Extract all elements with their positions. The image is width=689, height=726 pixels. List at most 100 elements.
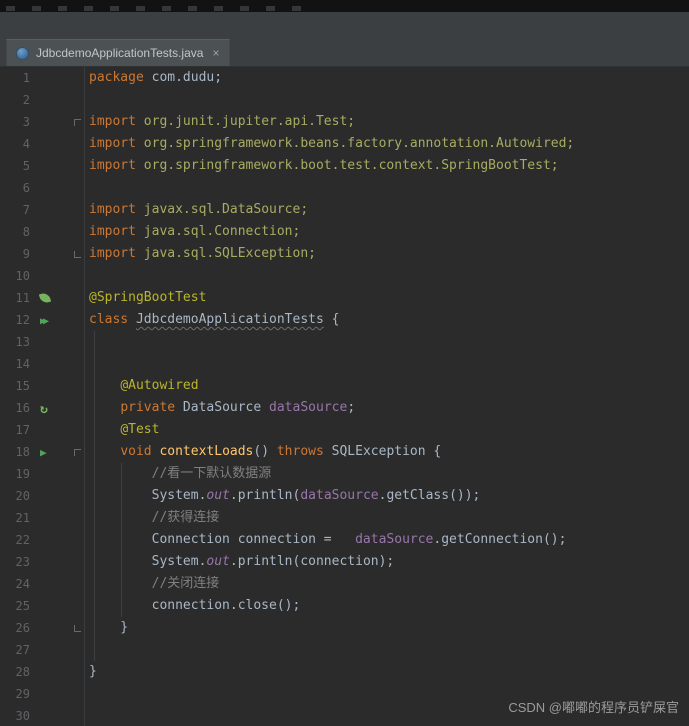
code-segment: import	[89, 136, 136, 151]
code-segment: java.sql.Connection;	[135, 224, 301, 239]
editor-line[interactable]: 10	[0, 265, 689, 287]
editor-line[interactable]: 22 Connection connection = dataSource.ge…	[0, 529, 689, 551]
editor-line[interactable]: 21 //获得连接	[0, 507, 689, 529]
editor-line[interactable]: 27	[0, 639, 689, 661]
editor-line[interactable]: 3 import org.junit.jupiter.api.Test;	[0, 111, 689, 133]
fold-marker-start[interactable]	[73, 448, 81, 456]
line-number: 18	[15, 445, 30, 459]
editor-line[interactable]: 28}	[0, 661, 689, 683]
code-text[interactable]: import org.springframework.beans.factory…	[85, 133, 574, 155]
code-text[interactable]: import org.junit.jupiter.api.Test;	[85, 111, 355, 133]
editor-line[interactable]: 23 System.out.println(connection);	[0, 551, 689, 573]
code-text[interactable]: }	[85, 661, 97, 683]
code-segment: class	[89, 312, 129, 327]
editor-line[interactable]: 19 //看一下默认数据源	[0, 463, 689, 485]
editor-line[interactable]: 26 }	[0, 617, 689, 639]
run-method-icon[interactable]	[40, 440, 47, 464]
code-text[interactable]: System.out.println(connection);	[85, 551, 395, 573]
editor-line[interactable]: 18 void contextLoads() throws SQLExcepti…	[0, 441, 689, 463]
editor-line[interactable]: 12 class JdbcdemoApplicationTests {	[0, 309, 689, 331]
line-number: 8	[22, 225, 30, 239]
tab-jdbcdemo-application-tests[interactable]: JdbcdemoApplicationTests.java ×	[6, 39, 231, 66]
code-segment: System.	[89, 488, 207, 503]
gutter: 29	[0, 683, 85, 705]
gutter: 12	[0, 309, 85, 331]
code-segment: out	[206, 488, 230, 503]
code-text[interactable]: //看一下默认数据源	[85, 463, 272, 485]
gutter: 8	[0, 221, 85, 243]
spring-bean-icon[interactable]	[40, 397, 48, 419]
run-class-icon[interactable]	[40, 308, 46, 333]
fold-marker-end[interactable]	[73, 250, 81, 258]
code-text[interactable]: import javax.sql.DataSource;	[85, 199, 308, 221]
editor-line[interactable]: 9 import java.sql.SQLException;	[0, 243, 689, 265]
editor-line[interactable]: 14	[0, 353, 689, 375]
fold-marker-end[interactable]	[73, 624, 81, 632]
code-text[interactable]: System.out.println(dataSource.getClass()…	[85, 485, 481, 507]
line-number: 20	[15, 489, 30, 503]
code-text[interactable]: @Test	[85, 419, 159, 441]
line-number: 23	[15, 555, 30, 569]
editor-line[interactable]: 5 import org.springframework.boot.test.co…	[0, 155, 689, 177]
code-text[interactable]	[85, 353, 89, 375]
code-text[interactable]: @Autowired	[85, 375, 198, 397]
editor-line[interactable]: 2	[0, 89, 689, 111]
gutter: 18	[0, 441, 85, 463]
fold-marker-start[interactable]	[73, 118, 81, 126]
editor-line[interactable]: 25 connection.close();	[0, 595, 689, 617]
code-text[interactable]	[85, 331, 89, 353]
code-text[interactable]: @SpringBootTest	[85, 287, 206, 309]
gutter: 15	[0, 375, 85, 397]
editor-line[interactable]: 17 @Test	[0, 419, 689, 441]
code-text[interactable]: import org.springframework.boot.test.con…	[85, 155, 559, 177]
editor-line[interactable]: 15 @Autowired	[0, 375, 689, 397]
code-text[interactable]: //获得连接	[85, 507, 220, 529]
code-text[interactable]: import java.sql.Connection;	[85, 221, 300, 243]
code-text[interactable]	[85, 683, 89, 705]
gutter: 22	[0, 529, 85, 551]
code-text[interactable]	[85, 89, 89, 111]
code-segment: org.springframework.boot.test.context.Sp…	[135, 158, 559, 173]
editor-line[interactable]: 6	[0, 177, 689, 199]
editor-line[interactable]: 16 private DataSource dataSource;	[0, 397, 689, 419]
line-number: 3	[22, 115, 30, 129]
code-text[interactable]: void contextLoads() throws SQLException …	[85, 441, 441, 463]
code-text[interactable]: package com.dudu;	[85, 67, 222, 89]
editor-line[interactable]: 20 System.out.println(dataSource.getClas…	[0, 485, 689, 507]
code-text[interactable]: //关闭连接	[85, 573, 220, 595]
line-number: 10	[15, 269, 30, 283]
editor-line[interactable]: 24 //关闭连接	[0, 573, 689, 595]
line-number: 14	[15, 357, 30, 371]
editor-line[interactable]: 7 import javax.sql.DataSource;	[0, 199, 689, 221]
code-segment: ;	[347, 400, 356, 415]
code-text[interactable]	[85, 265, 89, 287]
editor-line[interactable]: 4 import org.springframework.beans.factor…	[0, 133, 689, 155]
code-text[interactable]: class JdbcdemoApplicationTests {	[85, 309, 339, 331]
editor-tab-bar: JdbcdemoApplicationTests.java ×	[0, 12, 689, 67]
code-text[interactable]: private DataSource dataSource;	[85, 397, 355, 419]
gutter: 28	[0, 661, 85, 683]
tab-close-icon[interactable]: ×	[212, 47, 219, 59]
editor-line[interactable]: 11 @SpringBootTest	[0, 287, 689, 309]
code-segment: import	[89, 202, 136, 217]
line-number: 27	[15, 643, 30, 657]
editor-line[interactable]: 8 import java.sql.Connection;	[0, 221, 689, 243]
code-text[interactable]: connection.close();	[85, 595, 301, 617]
code-text[interactable]	[85, 177, 89, 199]
editor-line[interactable]: 13	[0, 331, 689, 353]
code-text[interactable]: }	[85, 617, 128, 639]
code-text[interactable]: import java.sql.SQLException;	[85, 243, 316, 265]
code-segment: org.springframework.beans.factory.annota…	[135, 136, 575, 151]
code-segment: import	[89, 224, 136, 239]
code-text[interactable]	[85, 705, 89, 726]
code-text[interactable]	[85, 639, 89, 661]
editor-line[interactable]: 1 package com.dudu;	[0, 67, 689, 89]
code-editor[interactable]: 1 package com.dudu; 2 3 import org.junit.jup…	[0, 67, 689, 726]
code-segment: JdbcdemoApplicationTests	[135, 312, 324, 327]
spring-leaf-icon[interactable]	[38, 291, 52, 305]
code-segment: //关闭连接	[89, 576, 220, 591]
line-number: 22	[15, 533, 30, 547]
code-text[interactable]: Connection connection = dataSource.getCo…	[85, 529, 567, 551]
gutter: 20	[0, 485, 85, 507]
line-number: 4	[22, 137, 30, 151]
